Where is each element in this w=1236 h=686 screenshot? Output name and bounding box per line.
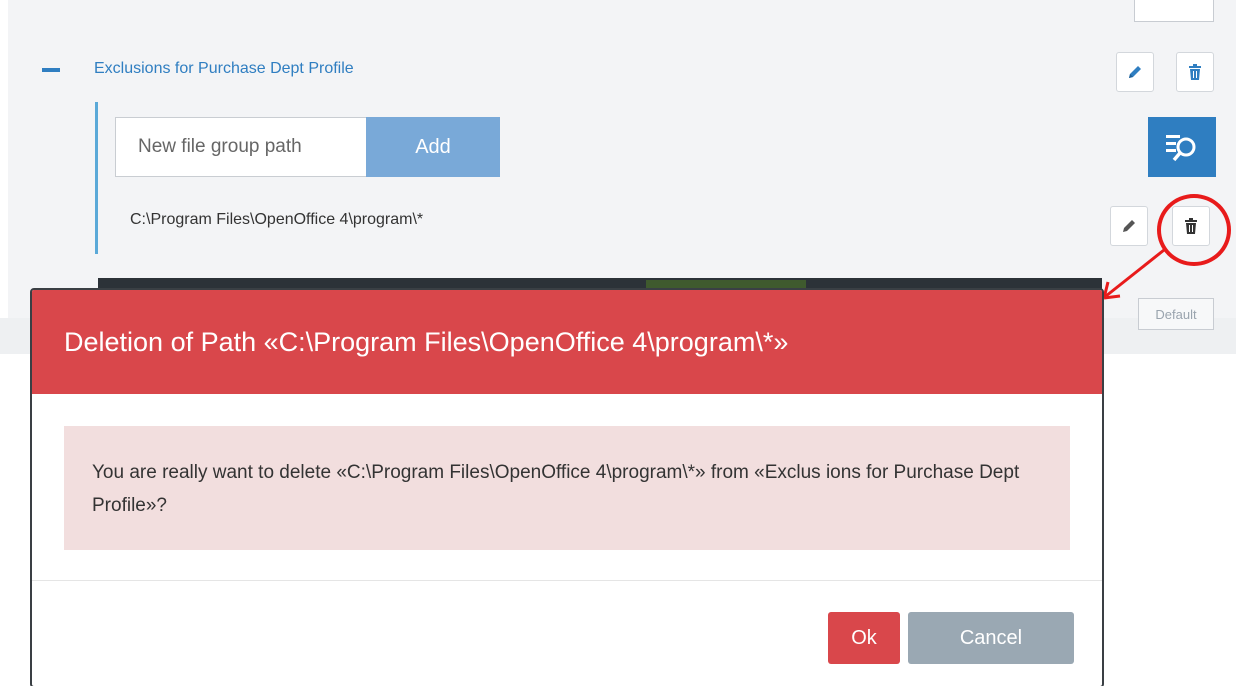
pencil-icon bbox=[1123, 220, 1135, 232]
edit-group-button[interactable] bbox=[1116, 52, 1154, 92]
dialog-header: Deletion of Path «C:\Program Files\OpenO… bbox=[32, 290, 1102, 394]
group-indent-line bbox=[95, 102, 98, 254]
confirmation-alert: You are really want to delete «C:\Progra… bbox=[64, 426, 1070, 550]
cancel-button[interactable]: Cancel bbox=[908, 612, 1074, 664]
trash-icon bbox=[1189, 64, 1201, 80]
screen: Exclusions for Purchase Dept Profile Add… bbox=[0, 0, 1236, 686]
confirmation-message: You are really want to delete «C:\Progra… bbox=[92, 462, 1020, 516]
group-title[interactable]: Exclusions for Purchase Dept Profile bbox=[94, 60, 354, 78]
minus-icon[interactable] bbox=[42, 68, 60, 72]
annotation-arrow-icon bbox=[1102, 248, 1165, 300]
highlight-circle bbox=[1157, 194, 1231, 266]
edit-path-button[interactable] bbox=[1110, 206, 1148, 246]
default-button[interactable]: Default bbox=[1138, 298, 1214, 330]
top-control-box bbox=[1134, 0, 1214, 22]
filter-search-button[interactable] bbox=[1148, 117, 1216, 177]
delete-group-button[interactable] bbox=[1176, 52, 1214, 92]
dialog-title: Deletion of Path «C:\Program Files\OpenO… bbox=[64, 326, 789, 357]
pencil-icon bbox=[1129, 66, 1141, 78]
ok-button[interactable]: Ok bbox=[828, 612, 900, 664]
new-file-group-path-input[interactable] bbox=[115, 117, 367, 177]
excluded-path-item: C:\Program Files\OpenOffice 4\program\* bbox=[130, 211, 424, 228]
dialog-footer-divider bbox=[32, 580, 1102, 581]
add-path-button[interactable]: Add bbox=[366, 117, 500, 177]
delete-path-dialog: Deletion of Path «C:\Program Files\OpenO… bbox=[30, 288, 1104, 686]
filter-search-icon bbox=[1166, 135, 1196, 162]
